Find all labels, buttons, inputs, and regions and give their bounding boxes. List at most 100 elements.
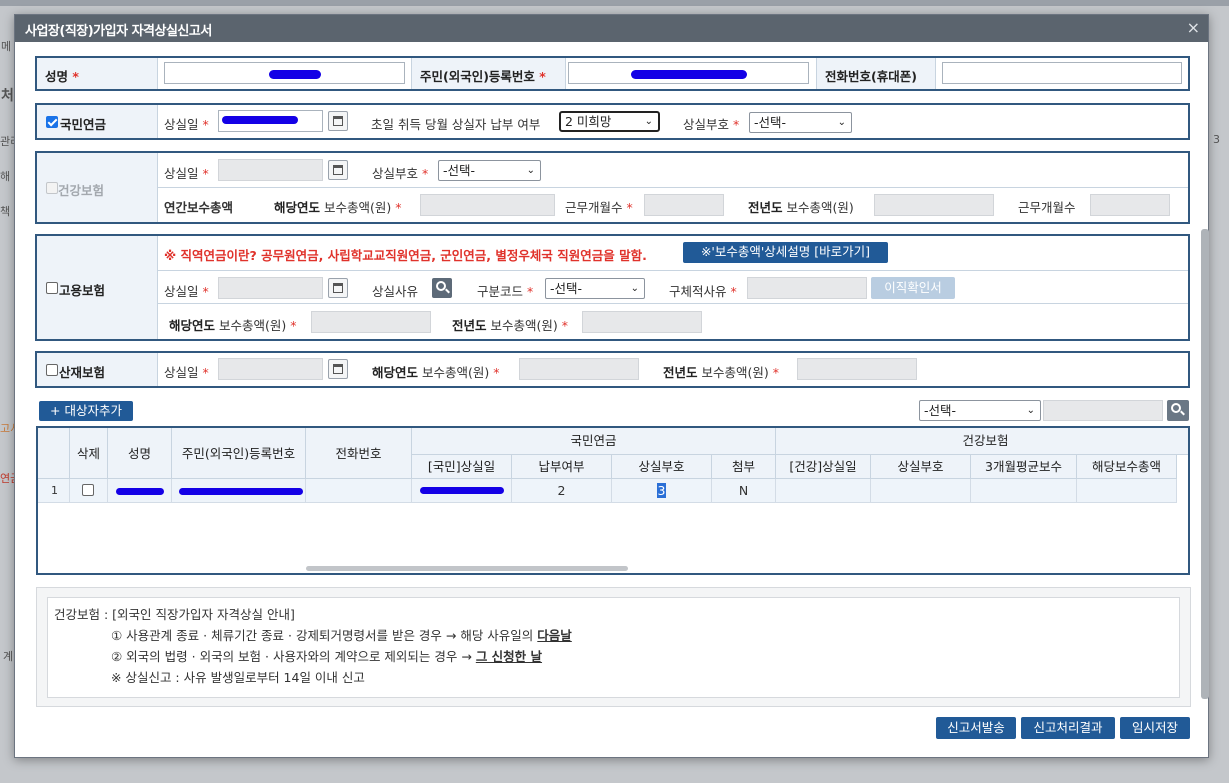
grid-cell-attach[interactable]: N (712, 479, 776, 503)
employment-cur-year-label: 해당연도 보수총액(원) * (169, 318, 297, 333)
dialog-titlebar: 사업장(직장)가입자 자격상실신고서 × (15, 15, 1208, 42)
industrial-loss-date-input[interactable] (218, 358, 323, 380)
grid-header-health-code: 상실부호 (871, 455, 971, 479)
health-loss-code-select[interactable]: -선택- ⌄ (438, 160, 541, 181)
health-prev-amount-input[interactable] (874, 194, 994, 216)
employment-prev-year-label: 전년도 보수총액(원) * (452, 318, 568, 333)
industrial-cur-year-label: 해당연도 보수총액(원) * (372, 365, 500, 380)
pension-section: 국민연금 상실일 * 초일 취득 당월 상실자 납부 여부 2 미희망 ⌄ 상실부… (35, 103, 1190, 140)
background-text: 처 (1, 88, 14, 104)
employment-checkbox[interactable] (46, 282, 58, 294)
separation-confirm-button[interactable]: 이직확인서 (871, 277, 955, 299)
health-section: 건강보험 상실일 * 상실부호 * -선택- ⌄ 연간보수총액 해당연도 보수총액… (35, 151, 1190, 224)
grid-horizontal-scrollbar[interactable] (306, 566, 628, 571)
info-line: 건강보험 : [외국인 직장가입자 자격상실 안내] (54, 607, 295, 622)
search-icon[interactable] (1167, 400, 1189, 421)
redacted-date (420, 487, 504, 494)
grid-cell-avg-pay[interactable] (971, 479, 1077, 503)
industrial-section: 산재보험 상실일 * 해당연도 보수총액(원) * 전년도 보수총액(원) * (35, 351, 1190, 388)
phone-field[interactable] (942, 62, 1182, 84)
industrial-prev-amount-input[interactable] (797, 358, 917, 380)
phone-label: 전화번호(휴대폰) (816, 58, 936, 89)
calendar-icon[interactable] (328, 278, 348, 298)
industrial-cur-amount-input[interactable] (519, 358, 639, 380)
close-icon[interactable]: × (1187, 18, 1200, 37)
calendar-icon[interactable] (328, 160, 348, 180)
pension-label-cell: 국민연금 (37, 105, 158, 138)
employment-section: 고용보험 ※ 직역연금이란? 공무원연금, 사립학교교직원연금, 군인연금, 별… (35, 234, 1190, 341)
grid-header-payment: 납부여부 (512, 455, 612, 479)
calendar-icon[interactable] (328, 111, 348, 131)
redacted-name (116, 488, 164, 495)
health-checkbox[interactable] (46, 182, 58, 194)
grid-filter-input[interactable] (1043, 400, 1163, 421)
background-text: 3 (1213, 133, 1220, 146)
chevron-down-icon: ⌄ (837, 117, 846, 128)
pension-checkbox[interactable] (46, 116, 58, 128)
industrial-prev-year-label: 전년도 보수총액(원) * (663, 365, 779, 380)
calendar-icon[interactable] (328, 359, 348, 379)
report-result-button[interactable]: 신고처리결과 (1021, 717, 1115, 739)
health-cur-year-label: 해당연도 보수총액(원) * (274, 200, 402, 215)
grid-cell-health-loss[interactable] (776, 479, 871, 503)
dialog-scrollbar[interactable] (1201, 229, 1209, 699)
person-section: 성명 * 주민(외국인)등록번호 * 전화번호(휴대폰) (35, 56, 1190, 91)
detail-reason-input[interactable] (747, 277, 867, 299)
employment-prev-amount-input[interactable] (582, 311, 702, 333)
grid-header-group-pension: 국민연금 (412, 428, 776, 455)
grid-row-number: 1 (38, 479, 70, 503)
health-cur-months-label: 근무개월수 * (565, 200, 633, 215)
health-cur-months-input[interactable] (644, 194, 724, 216)
redacted-name (269, 70, 321, 79)
pay-detail-link-button[interactable]: ※'보수총액'상세설명 [바로가기] (683, 242, 888, 263)
grid-filter-select[interactable]: -선택- ⌄ (919, 400, 1041, 421)
grid-cell-pension-loss[interactable] (412, 479, 512, 503)
grid-header-avg-pay: 3개월평균보수 (971, 455, 1077, 479)
code-label: 구분코드 * (477, 284, 534, 299)
grid-cell-cur-pay[interactable] (1077, 479, 1177, 503)
loss-report-dialog: 사업장(직장)가입자 자격상실신고서 × 성명 * 주민(외국인)등록번호 * … (14, 14, 1209, 758)
background-text: 메 (1, 40, 12, 53)
temp-save-button[interactable]: 임시저장 (1120, 717, 1190, 739)
grid-cell-name[interactable] (108, 479, 172, 503)
health-loss-date-input[interactable] (218, 159, 323, 181)
grid-cell-health-code[interactable] (871, 479, 971, 503)
grid-header-delete: 삭제 (70, 428, 108, 479)
grid-header-pension-loss: [국민]상실일 (412, 455, 512, 479)
health-loss-date-label: 상실일 * (164, 166, 209, 181)
employment-cur-amount-input[interactable] (311, 311, 431, 333)
rrn-label: 주민(외국인)등록번호 * (411, 58, 566, 89)
employment-loss-date-label: 상실일 * (164, 284, 209, 299)
dialog-title: 사업장(직장)가입자 자격상실신고서 (25, 24, 212, 39)
grid-header-pension-code: 상실부호 (612, 455, 712, 479)
grid-cell-payment[interactable]: 2 (512, 479, 612, 503)
background-text: 책 (0, 205, 11, 218)
pension-loss-code-select[interactable]: -선택- ⌄ (749, 112, 852, 133)
loss-reason-label: 상실사유 (372, 284, 419, 299)
redacted-date (222, 116, 298, 124)
add-target-button[interactable]: + 대상자추가 (39, 401, 133, 421)
industrial-checkbox[interactable] (46, 364, 58, 376)
grid-header-rrn: 주민(외국인)등록번호 (172, 428, 306, 479)
background-text: 해 (0, 170, 11, 183)
health-prev-months-input[interactable] (1090, 194, 1170, 216)
target-grid: 삭제 성명 주민(외국인)등록번호 전화번호 국민연금 건강보험 [국민]상실일… (36, 426, 1190, 575)
grid-cell-pension-code[interactable]: 3 (612, 479, 712, 503)
grid-header-phone: 전화번호 (306, 428, 412, 479)
info-box: 건강보험 : [외국인 직장가입자 자격상실 안내] ① 사용관계 종료 · 체… (36, 587, 1191, 707)
submit-report-button[interactable]: 신고서발송 (936, 717, 1016, 739)
divider (158, 187, 1188, 188)
row-delete-checkbox[interactable] (82, 484, 94, 496)
info-line: ① 사용관계 종료 · 체류기간 종료 · 강제퇴거명령서를 받은 경우 → 해… (111, 628, 572, 643)
grid-cell-rrn[interactable] (172, 479, 306, 503)
industrial-label: 산재보험 (59, 365, 106, 380)
employment-loss-date-input[interactable] (218, 277, 323, 299)
search-icon[interactable] (432, 278, 452, 298)
health-loss-code-label: 상실부호 * (372, 166, 429, 181)
code-select[interactable]: -선택- ⌄ (545, 278, 645, 299)
health-cur-amount-input[interactable] (420, 194, 555, 216)
first-day-select[interactable]: 2 미희망 ⌄ (559, 111, 660, 132)
employment-label: 고용보험 (59, 283, 106, 298)
grid-cell-phone[interactable] (306, 479, 412, 503)
info-line: ② 외국의 법령 · 외국의 보험 · 사용자와의 계약으로 제외되는 경우 →… (111, 649, 543, 664)
